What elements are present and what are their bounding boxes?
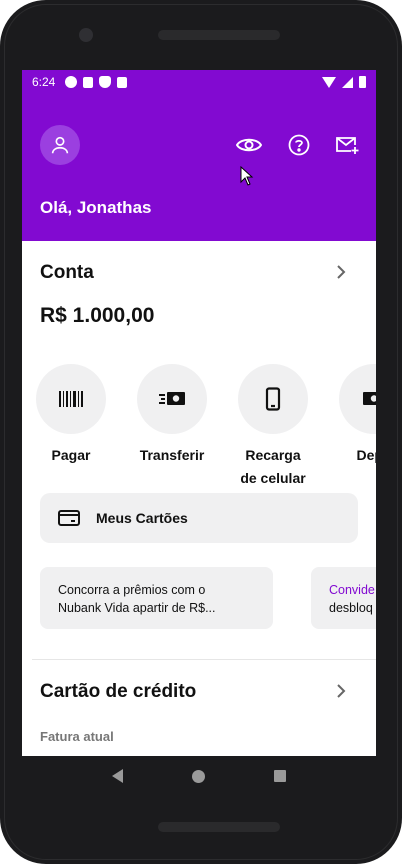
mail-add-icon[interactable] <box>334 132 360 158</box>
back-icon[interactable] <box>112 769 124 783</box>
promo-line2: Nubank Vida apartir de R$... <box>58 601 216 615</box>
my-cards-label: Meus Cartões <box>96 510 188 526</box>
mouse-cursor-icon <box>240 166 254 186</box>
my-cards-button[interactable]: Meus Cartões <box>40 493 358 543</box>
promo-card[interactable]: Concorra a prêmios com o Nubank Vida apa… <box>40 567 273 629</box>
home-icon[interactable] <box>191 769 205 783</box>
status-bar: 6:24 <box>22 70 376 94</box>
top-speaker <box>158 30 280 40</box>
action-label: Depo <box>356 447 377 463</box>
help-icon[interactable] <box>286 132 312 158</box>
promo-line1: Concorra a prêmios com o <box>58 583 206 597</box>
action-recarga[interactable]: Recarga de celular <box>223 364 323 490</box>
action-circle[interactable] <box>339 364 376 434</box>
action-label: Transferir <box>139 447 205 463</box>
phone-frame: 6:24 Olá, Jonathas Conta R$ 1.000,00 Pag… <box>0 0 402 864</box>
front-camera <box>79 28 93 42</box>
recent-apps-icon[interactable] <box>273 770 286 782</box>
person-icon <box>51 136 69 154</box>
credit-card-title[interactable]: Cartão de crédito <box>40 681 196 703</box>
action-depositar[interactable]: Depo <box>324 364 376 467</box>
system-icons <box>322 76 366 88</box>
phone-icon <box>265 387 281 411</box>
current-bill-label: Fatura atual <box>40 729 114 744</box>
notification-icons <box>65 76 128 88</box>
action-label: Pagar <box>51 447 91 463</box>
profile-avatar[interactable] <box>40 125 80 165</box>
card-icon <box>58 510 80 526</box>
status-time: 6:24 <box>32 75 56 89</box>
battery-icon <box>359 76 366 88</box>
account-title[interactable]: Conta <box>40 262 94 284</box>
action-label: Recarga de celular <box>223 444 323 490</box>
action-circle[interactable] <box>238 364 308 434</box>
bottom-speaker <box>158 822 280 832</box>
account-balance: R$ 1.000,00 <box>40 304 155 327</box>
promo-line1: Convide <box>329 583 375 597</box>
eye-icon[interactable] <box>236 132 262 158</box>
action-circle[interactable] <box>36 364 106 434</box>
cash-transfer-icon <box>159 392 185 405</box>
chevron-right-icon[interactable] <box>332 262 350 282</box>
action-label-line2: de celular <box>240 470 306 486</box>
system-nav-bar <box>22 756 376 796</box>
a-square-icon <box>83 76 94 88</box>
section-divider <box>32 659 376 660</box>
signal-icon <box>342 76 353 88</box>
chevron-right-icon[interactable] <box>332 681 350 701</box>
action-label-line1: Recarga <box>245 447 301 463</box>
action-circle[interactable] <box>137 364 207 434</box>
quick-actions: Pagar Transferir Recarga de celular De <box>22 364 376 494</box>
deposit-icon <box>363 392 376 405</box>
promo-card[interactable]: Convide desbloq <box>311 567 376 629</box>
promo-line2: desbloq <box>329 601 373 615</box>
wifi-icon <box>322 76 336 88</box>
barcode-icon <box>59 391 83 407</box>
app-screen: 6:24 Olá, Jonathas Conta R$ 1.000,00 Pag… <box>22 70 376 756</box>
a-badge-icon <box>65 76 78 88</box>
action-transferir[interactable]: Transferir <box>122 364 222 467</box>
sd-card-icon <box>117 76 128 88</box>
action-pagar[interactable]: Pagar <box>22 364 121 467</box>
app-header: Olá, Jonathas <box>22 94 376 241</box>
shield-icon <box>99 76 112 88</box>
greeting-text: Olá, Jonathas <box>40 198 152 217</box>
